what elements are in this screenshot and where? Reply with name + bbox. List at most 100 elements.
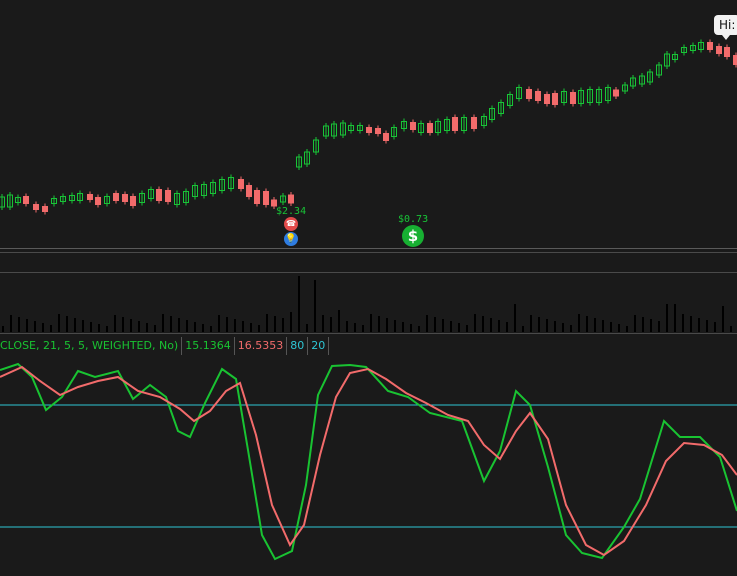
candle [418, 120, 424, 136]
volume-bar [650, 319, 652, 332]
volume-bar [466, 325, 468, 332]
stochastic-panel[interactable] [0, 355, 737, 576]
candle [481, 113, 487, 129]
dividend-event-label: $0.73 [398, 214, 429, 225]
volume-bar [610, 322, 612, 332]
info-icon[interactable]: 💡 [284, 232, 298, 246]
candle [113, 190, 119, 204]
volume-bar [74, 318, 76, 332]
volume-bar [514, 304, 516, 332]
candle [444, 116, 450, 134]
candle [33, 201, 39, 213]
stochastic-plot [0, 362, 737, 561]
volume-bar [178, 318, 180, 332]
candle [570, 89, 576, 107]
volume-bar [378, 316, 380, 332]
k-value: 15.1364 [182, 337, 235, 355]
volume-bar [274, 316, 276, 332]
candle [104, 193, 110, 207]
candle [296, 154, 302, 170]
earnings-icon[interactable]: ☎ [284, 217, 298, 231]
candle [246, 182, 252, 200]
volume-bar [666, 304, 668, 332]
volume-bar [50, 325, 52, 332]
volume-bar [674, 304, 676, 332]
volume-bar [122, 317, 124, 332]
volume-bar [386, 318, 388, 332]
volume-bar [474, 314, 476, 332]
volume-bar [82, 320, 84, 332]
candle [156, 186, 162, 204]
volume-bar [482, 316, 484, 332]
candle [288, 192, 294, 206]
volume-bar [634, 315, 636, 332]
volume-bar [234, 319, 236, 332]
study-params[interactable]: CLOSE, 21, 5, 5, WEIGHTED, No) [0, 337, 183, 355]
candle [7, 192, 13, 210]
volume-bar [34, 321, 36, 332]
candle [280, 193, 286, 205]
volume-bar [442, 319, 444, 332]
candle [498, 99, 504, 117]
candle [23, 193, 29, 207]
volume-bar [530, 315, 532, 332]
volume-bar [282, 318, 284, 332]
candle [401, 118, 407, 132]
volume-bar [18, 317, 20, 332]
volume-bar [42, 323, 44, 332]
candle [544, 91, 550, 107]
volume-bar [170, 316, 172, 332]
volume-bar [714, 322, 716, 332]
candle [263, 188, 269, 208]
volume-panel[interactable] [0, 273, 737, 332]
volume-bar [362, 325, 364, 332]
volume-bar [602, 320, 604, 332]
volume-bar [306, 324, 308, 332]
panel-separator[interactable] [0, 333, 737, 334]
dividend-icon[interactable]: $ [402, 225, 424, 247]
volume-bar [370, 314, 372, 332]
candle [507, 91, 513, 109]
volume-bar [338, 310, 340, 332]
volume-bar [210, 326, 212, 332]
candle [724, 44, 730, 60]
volume-bar [434, 317, 436, 332]
volume-bar [698, 318, 700, 332]
volume-bar [426, 315, 428, 332]
volume-bar [730, 326, 732, 332]
candle [60, 193, 66, 205]
volume-bar [594, 318, 596, 332]
volume-bar [346, 321, 348, 332]
overbought-value: 80 [287, 337, 309, 355]
chart-window: $2.34 ☎ 💡 $0.73 $ Hi: CLOSE, 21, 5, 5, W… [0, 0, 737, 576]
oversold-value: 20 [308, 337, 330, 355]
d-value: 16.5353 [235, 337, 288, 355]
volume-bar [546, 319, 548, 332]
volume-bar [642, 317, 644, 332]
candle [0, 194, 5, 210]
volume-bar [138, 321, 140, 332]
volume-bar [242, 321, 244, 332]
volume-bar [578, 314, 580, 332]
volume-bar [554, 321, 556, 332]
price-panel[interactable] [0, 0, 737, 247]
candle [647, 69, 653, 85]
candle [331, 121, 337, 139]
volume-bar [418, 326, 420, 332]
candle [391, 124, 397, 140]
candle [489, 105, 495, 123]
candle [228, 174, 234, 192]
candle [630, 75, 636, 89]
volume-bar [690, 316, 692, 332]
volume-bar [322, 315, 324, 332]
candle [427, 120, 433, 136]
candle [535, 88, 541, 104]
volume-bar [458, 323, 460, 332]
volume-bar [266, 314, 268, 332]
candle [639, 73, 645, 87]
candle [672, 51, 678, 63]
candle [613, 87, 619, 99]
candle [471, 114, 477, 132]
panel-separator[interactable] [0, 248, 737, 249]
volume-bar [490, 318, 492, 332]
